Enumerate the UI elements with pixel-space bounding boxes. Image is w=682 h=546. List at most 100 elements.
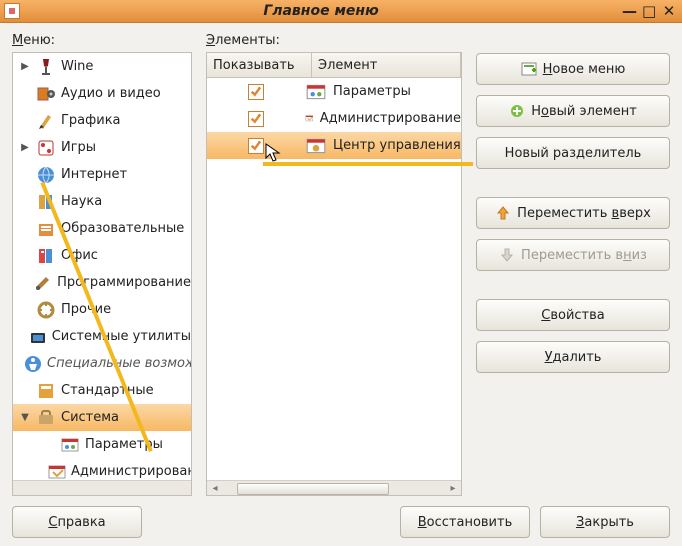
params-icon: [59, 435, 81, 455]
element-label: Центр управления: [333, 138, 461, 153]
tree-item-label: Интернет: [61, 167, 127, 182]
delete-label: Удалить: [545, 350, 602, 365]
dialog-footer: Справка Восстановить Закрыть: [12, 496, 670, 538]
arrow-down-icon: [499, 247, 515, 263]
table-row[interactable]: Параметры: [207, 78, 461, 105]
show-checkbox[interactable]: [248, 111, 264, 127]
tree-item[interactable]: Специальные возможности: [13, 350, 191, 377]
window-title: Главное меню: [20, 3, 622, 19]
expander-open-icon[interactable]: ▼: [19, 412, 31, 424]
move-down-label: Переместить вниз: [521, 248, 647, 263]
arrow-up-icon: [495, 205, 511, 221]
table-row[interactable]: Администрирование: [207, 105, 461, 132]
sysutil-icon: [28, 327, 48, 347]
expander-closed-icon[interactable]: ▶: [19, 61, 31, 73]
maximize-button[interactable]: □: [642, 2, 656, 20]
properties-button[interactable]: Свойства: [476, 299, 670, 331]
tree-item-label: Прочие: [61, 302, 111, 317]
tree-item[interactable]: Образовательные: [13, 215, 191, 242]
scrollbar-thumb[interactable]: [237, 483, 389, 495]
titlebar[interactable]: Главное меню — □ ✕: [0, 0, 682, 23]
internet-icon: [35, 165, 57, 185]
new-item-button[interactable]: Новый элемент: [476, 95, 670, 127]
expander-closed-icon[interactable]: ▶: [19, 142, 31, 154]
menu-tree[interactable]: ▶Wine Аудио и видео Графика ▶Игры Интернет На…: [12, 52, 192, 496]
elements-section-label: Элементы:: [206, 33, 462, 48]
system-icon: [35, 408, 57, 428]
office-icon: [35, 246, 57, 266]
tree-item[interactable]: Системные утилиты: [13, 323, 191, 350]
tree-item[interactable]: Аудио и видео: [13, 80, 191, 107]
menu-section-label: Меню:: [12, 33, 192, 48]
tree-item-label: Наука: [61, 194, 102, 209]
restore-label: Восстановить: [418, 515, 513, 530]
tree-item[interactable]: Офис: [13, 242, 191, 269]
main-window: Главное меню — □ ✕ Меню: ▶Wine Аудио и ви…: [0, 0, 682, 546]
close-window-button[interactable]: ✕: [662, 2, 676, 20]
scroll-left-icon[interactable]: ◂: [209, 482, 221, 494]
access-icon: [23, 354, 43, 374]
other-icon: [35, 300, 57, 320]
new-separator-label: Новый разделитель: [505, 146, 642, 161]
tree-item[interactable]: Стандартные: [13, 377, 191, 404]
close-button[interactable]: Закрыть: [540, 506, 670, 538]
tree-item-label: Образовательные: [61, 221, 184, 236]
plus-icon: [509, 103, 525, 119]
elements-table[interactable]: Показывать Элемент Параметры Администриро…: [206, 52, 462, 496]
tree-item[interactable]: ▼ Система: [13, 404, 191, 431]
admin-icon: [305, 109, 314, 129]
edu-icon: [35, 219, 57, 239]
tree-item[interactable]: Графика: [13, 107, 191, 134]
delete-button[interactable]: Удалить: [476, 341, 670, 373]
tree-item-label: Системные утилиты: [52, 329, 191, 344]
tree-item[interactable]: Прочие: [13, 296, 191, 323]
tree-item-label: Аудио и видео: [61, 86, 161, 101]
tree-item-label: Параметры: [85, 437, 163, 452]
app-icon: [4, 3, 20, 19]
tree-item[interactable]: Параметры: [13, 431, 191, 458]
admin-icon: [47, 462, 67, 482]
tree-item-label: Администрирование: [71, 464, 191, 479]
show-checkbox[interactable]: [248, 138, 264, 154]
tree-item[interactable]: ▶Wine: [13, 53, 191, 80]
element-label: Параметры: [333, 84, 411, 99]
table-header: Показывать Элемент: [207, 53, 461, 78]
tree-item-label: Офис: [61, 248, 98, 263]
show-checkbox[interactable]: [248, 84, 264, 100]
table-horizontal-scrollbar[interactable]: ◂ ▸: [207, 480, 461, 495]
tree-item-label: Специальные возможности: [47, 356, 191, 371]
new-menu-label: Новое меню: [543, 62, 626, 77]
tree-item-label: Система: [61, 410, 119, 425]
new-menu-icon: [521, 61, 537, 77]
help-button[interactable]: Справка: [12, 506, 142, 538]
move-up-button[interactable]: Переместить вверх: [476, 197, 670, 229]
tree-item[interactable]: Администрирование: [13, 458, 191, 481]
restore-button[interactable]: Восстановить: [400, 506, 530, 538]
dev-icon: [33, 273, 53, 293]
move-up-label: Переместить вверх: [517, 206, 651, 221]
control-icon: [305, 136, 327, 156]
col-element[interactable]: Элемент: [312, 53, 461, 77]
new-separator-button[interactable]: Новый разделитель: [476, 137, 670, 169]
tree-item[interactable]: Программирование: [13, 269, 191, 296]
science-icon: [35, 192, 57, 212]
new-item-label: Новый элемент: [531, 104, 637, 119]
tree-item-label: Графика: [61, 113, 121, 128]
tree-item[interactable]: ▶Игры: [13, 134, 191, 161]
col-show[interactable]: Показывать: [207, 53, 312, 77]
scroll-right-icon[interactable]: ▸: [447, 482, 459, 494]
tree-item-label: Стандартные: [61, 383, 154, 398]
properties-label: Свойства: [541, 308, 605, 323]
av-icon: [35, 84, 57, 104]
table-row[interactable]: Центр управления: [207, 132, 461, 159]
move-down-button: Переместить вниз: [476, 239, 670, 271]
minimize-button[interactable]: —: [622, 2, 636, 20]
new-menu-button[interactable]: Новое меню: [476, 53, 670, 85]
tree-item-label: Программирование: [57, 275, 191, 290]
tree-horizontal-scrollbar[interactable]: [13, 480, 191, 495]
element-label: Администрирование: [320, 111, 461, 126]
tree-item[interactable]: Интернет: [13, 161, 191, 188]
close-label: Закрыть: [576, 515, 634, 530]
params-icon: [305, 82, 327, 102]
tree-item[interactable]: Наука: [13, 188, 191, 215]
